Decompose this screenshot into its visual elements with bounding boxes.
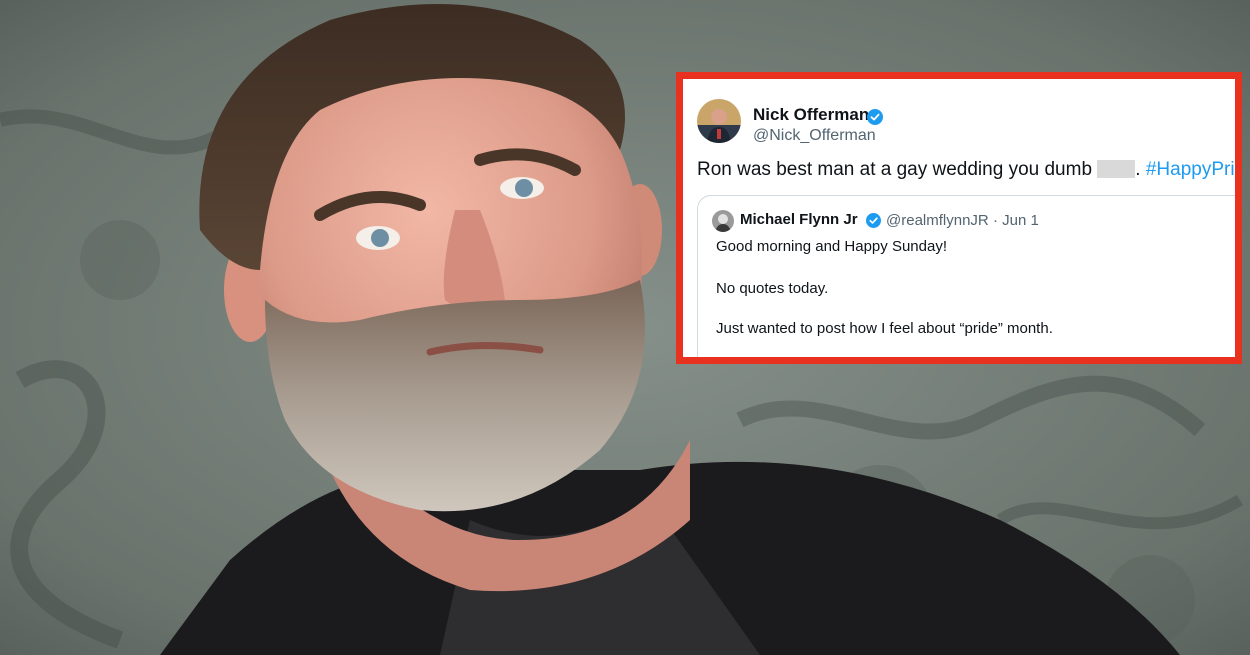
quoted-date[interactable]: Jun 1 <box>1002 212 1039 229</box>
quoted-author-avatar[interactable] <box>712 210 734 232</box>
tweet-card: Nick Offerman @Nick_Offerman Ron was bes… <box>683 79 1235 357</box>
left-iris <box>371 229 389 247</box>
quoted-line-3: Just wanted to post how I feel about “pr… <box>716 320 1053 337</box>
tweet-text-punctuation: . <box>1135 159 1146 180</box>
author-name[interactable]: Nick Offerman <box>753 105 869 125</box>
quoted-tweet[interactable]: Michael Flynn Jr @realmflynnJR · Jun 1 G… <box>697 195 1235 357</box>
quoted-author-name[interactable]: Michael Flynn Jr <box>740 211 858 228</box>
tweet-text: Ron was best man at a gay wedding you du… <box>697 159 1235 181</box>
quoted-avatar-icon <box>712 210 734 232</box>
author-avatar[interactable] <box>697 99 741 143</box>
quoted-line-1: Good morning and Happy Sunday! <box>716 238 947 255</box>
author-handle[interactable]: @Nick_Offerman <box>753 127 876 145</box>
hashtag-link[interactable]: #HappyPride <box>1146 159 1235 180</box>
meta-separator: · <box>992 212 998 229</box>
quoted-verified-badge-icon <box>866 213 881 228</box>
avatar-icon <box>697 99 741 143</box>
verified-badge-icon <box>867 109 883 125</box>
redacted-word: fuck <box>1097 160 1136 178</box>
right-iris <box>515 179 533 197</box>
quoted-author-handle[interactable]: @realmflynnJR <box>886 212 989 229</box>
tweet-screenshot-frame: Nick Offerman @Nick_Offerman Ron was bes… <box>676 72 1242 364</box>
tweet-text-main: Ron was best man at a gay wedding you du… <box>697 159 1093 180</box>
quoted-meta: @realmflynnJR · Jun 1 <box>886 212 1039 229</box>
quoted-line-2: No quotes today. <box>716 280 829 297</box>
